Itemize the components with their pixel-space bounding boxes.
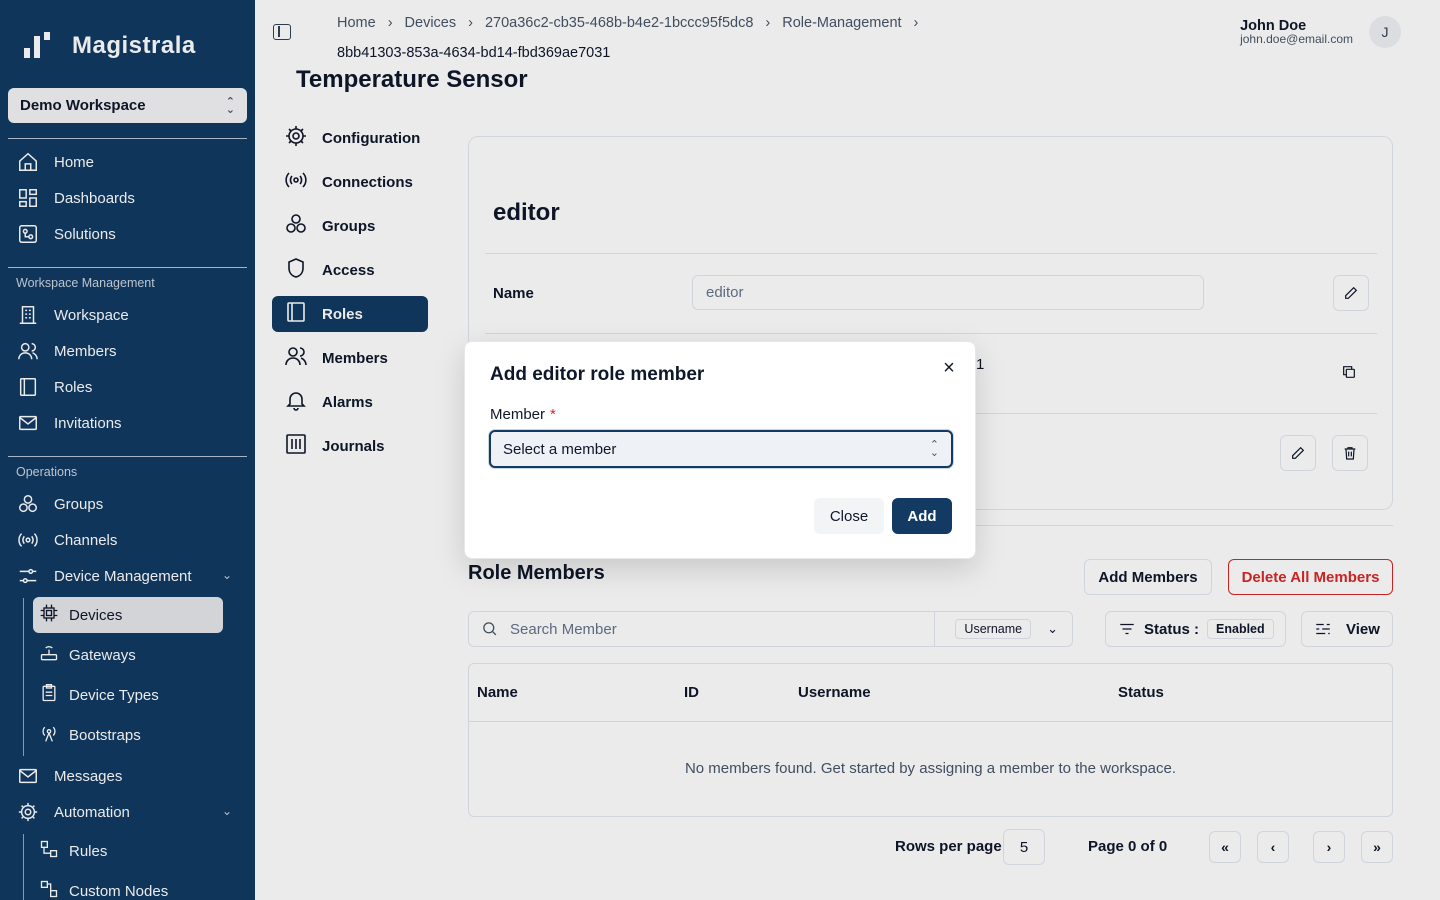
add-role-member-dialog: Add editor role member × Member * Select … xyxy=(464,341,976,559)
close-button[interactable]: Close xyxy=(814,498,884,534)
member-select-placeholder: Select a member xyxy=(503,440,617,458)
dialog-title: Add editor role member xyxy=(490,364,705,385)
close-icon[interactable]: × xyxy=(939,357,959,379)
required-mark: * xyxy=(550,406,556,423)
member-label-text: Member xyxy=(490,406,546,423)
chevron-updown-icon: ⌃ ⌄ xyxy=(929,439,939,459)
member-select[interactable]: Select a member ⌃ ⌄ xyxy=(489,430,953,468)
member-label: Member * xyxy=(490,406,556,423)
add-button[interactable]: Add xyxy=(892,498,952,534)
